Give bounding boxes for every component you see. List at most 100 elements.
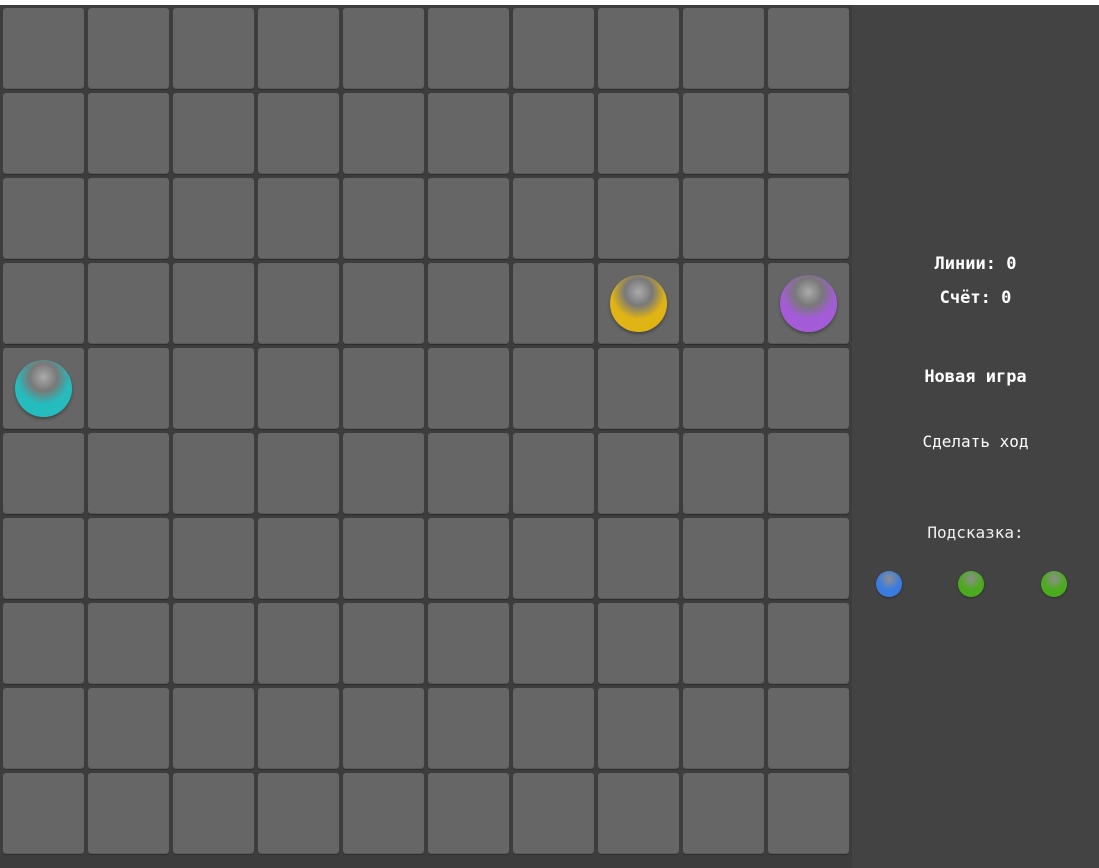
board-cell[interactable] [768,518,849,599]
board-cell[interactable] [513,603,594,684]
board-cell[interactable] [3,93,84,174]
cyan-ball[interactable] [15,360,72,417]
board-cell[interactable] [173,178,254,259]
board-cell[interactable] [428,8,509,89]
board-cell[interactable] [343,433,424,514]
board-cell[interactable] [768,93,849,174]
board-cell[interactable] [513,178,594,259]
board-cell[interactable] [88,773,169,854]
board-cell[interactable] [513,93,594,174]
board-cell[interactable] [513,773,594,854]
board-cell[interactable] [513,433,594,514]
board-cell[interactable] [88,348,169,429]
board-cell[interactable] [173,8,254,89]
board-cell[interactable] [768,8,849,89]
board-cell[interactable] [343,263,424,344]
board-cell[interactable] [258,688,339,769]
board-cell[interactable] [343,603,424,684]
board-cell[interactable] [88,8,169,89]
board-cell[interactable] [513,8,594,89]
board-cell[interactable] [3,263,84,344]
board-cell[interactable] [173,688,254,769]
board-cell[interactable] [3,178,84,259]
board-cell[interactable] [3,348,84,429]
board-cell[interactable] [598,603,679,684]
board-cell[interactable] [258,773,339,854]
board-cell[interactable] [768,263,849,344]
board-cell[interactable] [343,688,424,769]
board-cell[interactable] [598,348,679,429]
board-cell[interactable] [683,433,764,514]
board-cell[interactable] [768,178,849,259]
board-cell[interactable] [258,433,339,514]
board-cell[interactable] [683,178,764,259]
board-cell[interactable] [768,603,849,684]
board-cell[interactable] [598,93,679,174]
board-cell[interactable] [258,603,339,684]
board-cell[interactable] [343,178,424,259]
board-cell[interactable] [88,433,169,514]
board-cell[interactable] [173,263,254,344]
board-cell[interactable] [428,603,509,684]
board-cell[interactable] [598,263,679,344]
board-cell[interactable] [258,8,339,89]
make-move-button[interactable]: Сделать ход [852,432,1099,451]
board-cell[interactable] [173,603,254,684]
board-cell[interactable] [88,178,169,259]
board-cell[interactable] [683,8,764,89]
board-cell[interactable] [88,603,169,684]
board-cell[interactable] [343,93,424,174]
board-cell[interactable] [3,518,84,599]
board-cell[interactable] [683,688,764,769]
board-cell[interactable] [3,603,84,684]
board-cell[interactable] [258,518,339,599]
board-cell[interactable] [3,773,84,854]
board-cell[interactable] [683,263,764,344]
board-cell[interactable] [88,93,169,174]
board-cell[interactable] [598,688,679,769]
board-cell[interactable] [173,93,254,174]
board-cell[interactable] [768,773,849,854]
board-cell[interactable] [3,433,84,514]
board-cell[interactable] [598,178,679,259]
board-cell[interactable] [173,348,254,429]
board-cell[interactable] [343,518,424,599]
board-cell[interactable] [258,263,339,344]
board-cell[interactable] [428,178,509,259]
board-cell[interactable] [428,263,509,344]
board-cell[interactable] [428,348,509,429]
board-cell[interactable] [258,93,339,174]
board-cell[interactable] [768,433,849,514]
board-cell[interactable] [173,518,254,599]
purple-ball[interactable] [780,275,837,332]
board-cell[interactable] [683,93,764,174]
board-cell[interactable] [683,348,764,429]
board-cell[interactable] [258,178,339,259]
board-cell[interactable] [598,8,679,89]
board-cell[interactable] [683,518,764,599]
board-cell[interactable] [88,688,169,769]
board-cell[interactable] [683,773,764,854]
board-cell[interactable] [173,773,254,854]
board-cell[interactable] [768,688,849,769]
board-cell[interactable] [343,8,424,89]
board-cell[interactable] [173,433,254,514]
board-cell[interactable] [3,8,84,89]
board-cell[interactable] [88,263,169,344]
board-cell[interactable] [258,348,339,429]
board-cell[interactable] [598,773,679,854]
board-cell[interactable] [428,93,509,174]
board-cell[interactable] [513,518,594,599]
board-cell[interactable] [343,348,424,429]
board-cell[interactable] [3,688,84,769]
board-cell[interactable] [428,773,509,854]
yellow-ball[interactable] [610,275,667,332]
board-cell[interactable] [88,518,169,599]
board-cell[interactable] [513,348,594,429]
board-cell[interactable] [768,348,849,429]
new-game-button[interactable]: Новая игра [852,367,1099,387]
board-cell[interactable] [683,603,764,684]
board-cell[interactable] [343,773,424,854]
board-cell[interactable] [598,518,679,599]
board-cell[interactable] [513,263,594,344]
